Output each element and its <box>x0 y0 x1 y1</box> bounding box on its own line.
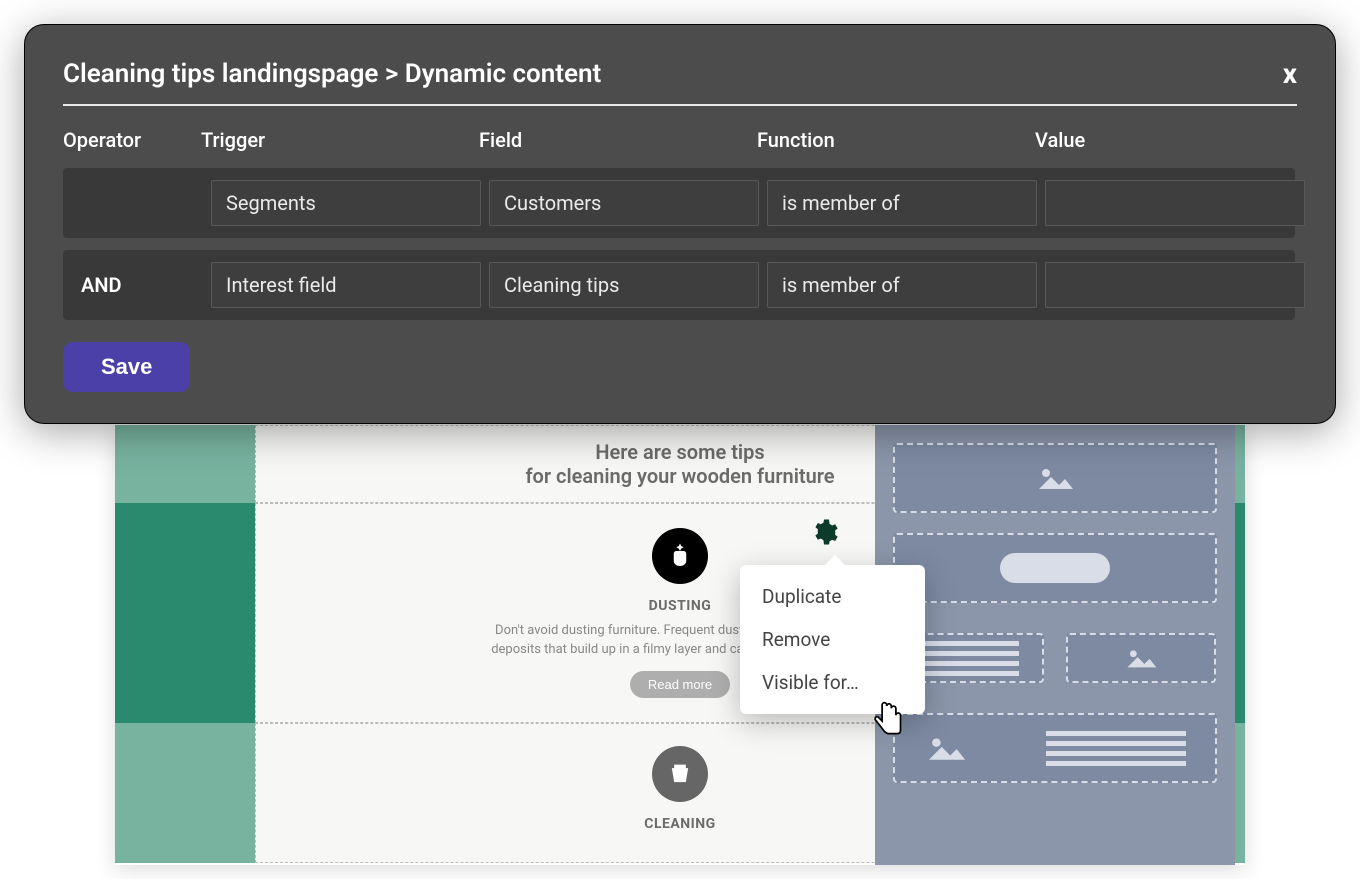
value-cell[interactable] <box>1045 262 1305 308</box>
image-placeholder-icon <box>924 732 968 764</box>
col-trigger: Trigger <box>201 128 471 156</box>
palette-image-block[interactable] <box>893 443 1217 513</box>
cleaning-label: CLEANING <box>644 816 715 832</box>
close-button[interactable]: x <box>1283 57 1297 90</box>
row-gutter-left <box>115 425 255 503</box>
value-cell[interactable] <box>1045 180 1305 226</box>
menu-duplicate[interactable]: Duplicate <box>740 575 925 618</box>
function-cell[interactable]: is member of <box>767 262 1037 308</box>
image-placeholder-icon <box>1124 645 1158 671</box>
operator-cell[interactable]: AND <box>73 273 203 297</box>
trigger-cell[interactable]: Interest field <box>211 262 481 308</box>
menu-remove[interactable]: Remove <box>740 618 925 661</box>
text-lines-icon <box>1046 731 1186 766</box>
col-field: Field <box>479 128 749 156</box>
bucket-icon <box>652 746 708 802</box>
tips-heading-l1: Here are some tips <box>595 440 764 464</box>
read-more-button[interactable]: Read more <box>630 671 730 698</box>
rule-grid: Operator Trigger Field Function Value Se… <box>63 128 1297 320</box>
hand-sparkle-icon <box>652 528 708 584</box>
component-palette <box>875 425 1235 865</box>
block-settings-button[interactable] <box>804 512 844 552</box>
palette-button-block[interactable] <box>893 533 1217 603</box>
rule-row: Segments Customers is member of <box>63 168 1295 238</box>
trigger-cell[interactable]: Segments <box>211 180 481 226</box>
field-cell[interactable]: Customers <box>489 180 759 226</box>
row-gutter-left <box>115 723 255 863</box>
row-gutter-left <box>115 503 255 723</box>
dynamic-content-dialog: Cleaning tips landingspage > Dynamic con… <box>24 24 1336 424</box>
dialog-title: Cleaning tips landingspage > Dynamic con… <box>63 59 601 89</box>
field-cell[interactable]: Cleaning tips <box>489 262 759 308</box>
tips-heading-l2: for cleaning your wooden furniture <box>525 464 834 488</box>
col-value: Value <box>1035 128 1295 156</box>
col-operator: Operator <box>63 128 193 156</box>
button-placeholder-icon <box>1000 553 1110 583</box>
block-context-menu: Duplicate Remove Visible for… <box>740 565 925 714</box>
text-lines-icon <box>919 641 1019 676</box>
image-placeholder-icon <box>1035 463 1075 493</box>
palette-image-text-block[interactable] <box>893 713 1217 783</box>
save-button[interactable]: Save <box>63 342 190 392</box>
menu-visible-for[interactable]: Visible for… <box>740 661 925 704</box>
function-cell[interactable]: is member of <box>767 180 1037 226</box>
dusting-label: DUSTING <box>649 598 712 614</box>
rule-row: AND Interest field Cleaning tips is memb… <box>63 250 1295 320</box>
col-function: Function <box>757 128 1027 156</box>
palette-image-small-block[interactable] <box>1066 633 1215 683</box>
